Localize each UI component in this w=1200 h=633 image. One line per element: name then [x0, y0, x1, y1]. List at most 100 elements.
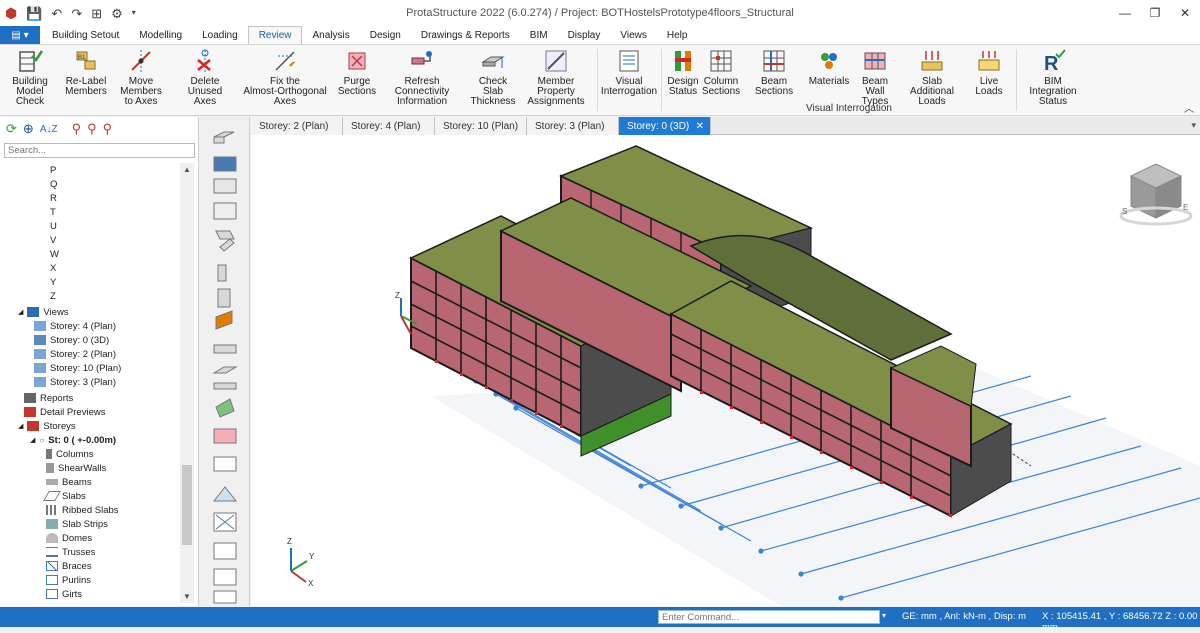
view-tab[interactable]: Storey: 2 (Plan)	[251, 117, 343, 135]
tab-views[interactable]: Views	[610, 26, 657, 44]
settings-icon[interactable]: ⚙	[111, 7, 123, 20]
refresh-connectivity-button[interactable]: Refresh Connectivity Information	[381, 48, 463, 107]
view-tab[interactable]: Storey: 4 (Plan)	[343, 117, 435, 135]
tab-building-setout[interactable]: Building Setout	[42, 26, 129, 44]
tree-item-axis-x[interactable]: X	[50, 261, 56, 275]
visual-interrogation-button[interactable]: Visual Interrogation	[601, 48, 657, 97]
expand-arrow-icon[interactable]: ◢	[18, 422, 23, 430]
find-clear-icon[interactable]: ⚲	[103, 121, 113, 137]
tree-item-view[interactable]: Storey: 3 (Plan)	[34, 375, 116, 389]
detail-preview-icon	[24, 407, 36, 417]
tree-item-view[interactable]: Storey: 2 (Plan)	[34, 347, 116, 361]
structure-icon[interactable]: ⊞	[91, 7, 102, 20]
relabel-icon: B1	[73, 48, 99, 74]
tree-item-girts[interactable]: Girts	[46, 587, 82, 601]
tree-item-axis-y[interactable]: Y	[50, 275, 56, 289]
column-sections-button[interactable]: Column Sections	[702, 48, 740, 97]
tree-item-purlins[interactable]: Purlins	[46, 573, 91, 587]
minimize-icon[interactable]: —	[1110, 0, 1140, 26]
tree-item-storey[interactable]: ◢ ○ St: 0 ( +-0.00m)	[30, 433, 116, 447]
view-tab[interactable]: Storey: 3 (Plan)	[527, 117, 619, 135]
brace-icon	[46, 561, 58, 571]
tree-item-trusses[interactable]: Trusses	[46, 545, 95, 559]
tree-node-storeys[interactable]: ◢ Storeys	[18, 419, 76, 433]
tree-item-axis-r[interactable]: R	[50, 191, 57, 205]
tree-node-reports[interactable]: Reports	[24, 391, 73, 405]
save-icon[interactable]: 💾	[26, 7, 42, 20]
move-members-to-axes-button[interactable]: Move Members to Axes	[111, 48, 171, 107]
refresh-icon[interactable]: ⟳	[6, 121, 17, 137]
restore-icon[interactable]: ❐	[1140, 0, 1170, 26]
3d-canvas[interactable]: Z S E Z Y X	[251, 136, 1200, 606]
view-cube-icon[interactable]: S E	[1119, 163, 1193, 226]
tab-review[interactable]: Review	[247, 26, 303, 44]
tab-display[interactable]: Display	[558, 26, 611, 44]
scroll-down-icon[interactable]: ▼	[180, 592, 194, 601]
command-input[interactable]	[658, 610, 880, 624]
tree-item-view[interactable]: Storey: 4 (Plan)	[34, 319, 116, 333]
fix-almost-orthogonal-axes-button[interactable]: Fix the Almost-Orthogonal Axes	[238, 48, 332, 107]
tree-item-slab-strips[interactable]: Slab Strips	[46, 517, 108, 531]
tree-item-axis-v[interactable]: V	[50, 233, 56, 247]
tree-item-beams[interactable]: Beams	[46, 475, 92, 489]
close-icon[interactable]: ✕	[1170, 0, 1200, 26]
tab-analysis[interactable]: Analysis	[302, 26, 359, 44]
search-input[interactable]	[4, 143, 195, 158]
tab-design[interactable]: Design	[360, 26, 411, 44]
delete-unused-axes-button[interactable]: Delete Unused Axes	[178, 48, 232, 107]
undo-icon[interactable]: ↶	[51, 7, 62, 20]
tree-node-detail-previews[interactable]: Detail Previews	[24, 405, 105, 419]
tree-item-shearwalls[interactable]: ShearWalls	[46, 461, 106, 475]
explorer-scrollbar[interactable]: ▲ ▼	[180, 163, 194, 603]
sort-az-icon[interactable]: A↓Z	[40, 124, 58, 135]
expand-arrow-icon[interactable]: ◢	[30, 436, 35, 444]
scroll-up-icon[interactable]: ▲	[180, 165, 194, 174]
file-menu-button[interactable]: ▤ ▾	[0, 26, 40, 44]
tree-item-slabs[interactable]: Slabs	[43, 489, 86, 503]
live-loads-button[interactable]: Live Loads	[967, 48, 1011, 97]
view-tab[interactable]: Storey: 10 (Plan)	[435, 117, 527, 135]
expand-arrow-icon[interactable]: ◢	[18, 308, 23, 316]
materials-button[interactable]: Materials	[809, 48, 849, 87]
bim-integration-status-button[interactable]: R BIM Integration Status	[1021, 48, 1085, 107]
collapse-ribbon-icon[interactable]: ︿	[1184, 100, 1194, 115]
tab-loading[interactable]: Loading	[192, 26, 248, 44]
tab-help[interactable]: Help	[657, 26, 698, 44]
tree-item-view[interactable]: Storey: 0 (3D)	[34, 333, 109, 347]
tree-item-axis-q[interactable]: Q	[50, 177, 57, 191]
view-tab-active[interactable]: Storey: 0 (3D) ✕	[619, 117, 711, 135]
find-next-icon[interactable]: ⚲	[87, 121, 97, 137]
check-slab-thickness-button[interactable]: Check Slab Thickness	[468, 48, 518, 107]
tab-drawings-reports[interactable]: Drawings & Reports	[411, 26, 520, 44]
find-icon[interactable]: ⚲	[72, 121, 82, 137]
tree-node-views[interactable]: ◢ Views	[18, 305, 69, 319]
redo-icon[interactable]: ↷	[71, 7, 82, 20]
tab-bim[interactable]: BIM	[520, 26, 558, 44]
tree-item-view[interactable]: Storey: 10 (Plan)	[34, 361, 121, 375]
design-status-button[interactable]: Design Status	[666, 48, 700, 97]
relabel-members-button[interactable]: B1 Re-Label Members	[64, 48, 108, 97]
member-property-assignments-button[interactable]: Member Property Assignments	[521, 48, 591, 107]
tab-list-dropdown-icon[interactable]: ▾	[1191, 120, 1196, 131]
close-tab-icon[interactable]: ✕	[696, 121, 704, 132]
tree-item-axis-t[interactable]: T	[50, 205, 56, 219]
tree-item-domes[interactable]: Domes	[46, 531, 92, 545]
tree-item-axis-p[interactable]: P	[50, 163, 56, 177]
globe-icon[interactable]: ⊕	[23, 121, 34, 137]
tree-item-axis-z[interactable]: Z	[50, 289, 56, 303]
beam-sections-button[interactable]: Beam Sections	[744, 48, 804, 97]
tree-item-axis-w[interactable]: W	[50, 247, 59, 261]
units-display[interactable]: GE: mm , Anl: kN-m , Disp: m	[902, 611, 1026, 622]
customize-qa-icon[interactable]: ▾	[132, 9, 136, 17]
command-dropdown-icon[interactable]: ▾	[882, 611, 886, 620]
tab-modelling[interactable]: Modelling	[129, 26, 192, 44]
purge-sections-button[interactable]: Purge Sections	[338, 48, 376, 97]
scroll-thumb[interactable]	[182, 465, 192, 545]
tree-item-braces[interactable]: Braces	[46, 559, 92, 573]
tree-item-ribbed-slabs[interactable]: Ribbed Slabs	[46, 503, 119, 517]
tree-item-axis-u[interactable]: U	[50, 219, 57, 233]
tree-item-columns[interactable]: Columns	[46, 447, 94, 461]
slab-additional-loads-button[interactable]: Slab Additional Loads	[902, 48, 962, 107]
building-model-check-button[interactable]: Building Model Check	[4, 48, 56, 107]
beam-wall-types-button[interactable]: Beam Wall Types	[852, 48, 898, 107]
